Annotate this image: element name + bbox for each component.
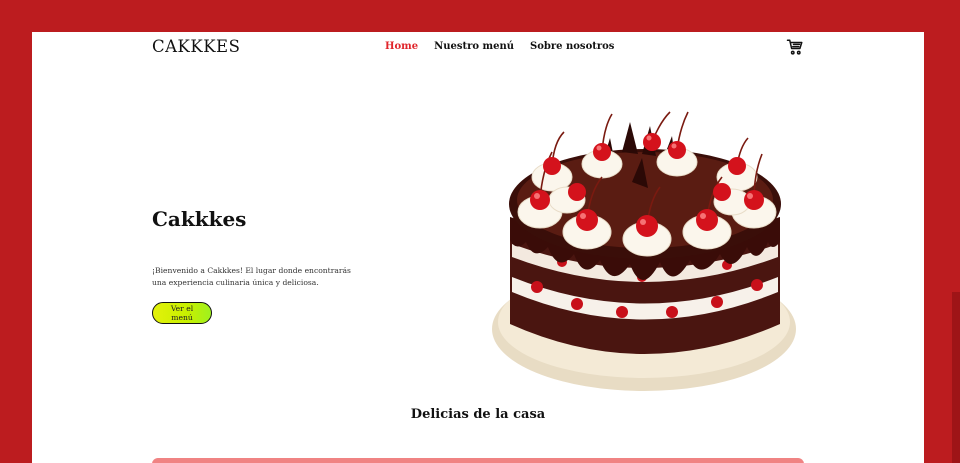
nav-item-about[interactable]: Sobre nosotros: [530, 40, 614, 54]
view-menu-button[interactable]: Ver el menú: [152, 302, 212, 324]
black-forest-cake-image: [492, 92, 812, 402]
main-nav: Home Nuestro menú Sobre nosotros: [385, 40, 614, 54]
nav-item-menu[interactable]: Nuestro menú: [434, 40, 514, 54]
page-container: CAKKKES Home Nuestro menú Sobre nosotros…: [32, 32, 924, 463]
nav-item-home[interactable]: Home: [385, 40, 418, 54]
frame-shadow: [952, 292, 960, 463]
hero-description: ¡Bienvenido a Cakkkes! El lugar donde en…: [152, 266, 351, 287]
shopping-cart-icon[interactable]: [786, 38, 804, 56]
logo[interactable]: CAKKKES: [152, 36, 240, 58]
featured-products-container: [152, 458, 804, 463]
hero-title: Cakkkes: [152, 207, 247, 231]
section-title: Delicias de la casa: [410, 407, 546, 422]
